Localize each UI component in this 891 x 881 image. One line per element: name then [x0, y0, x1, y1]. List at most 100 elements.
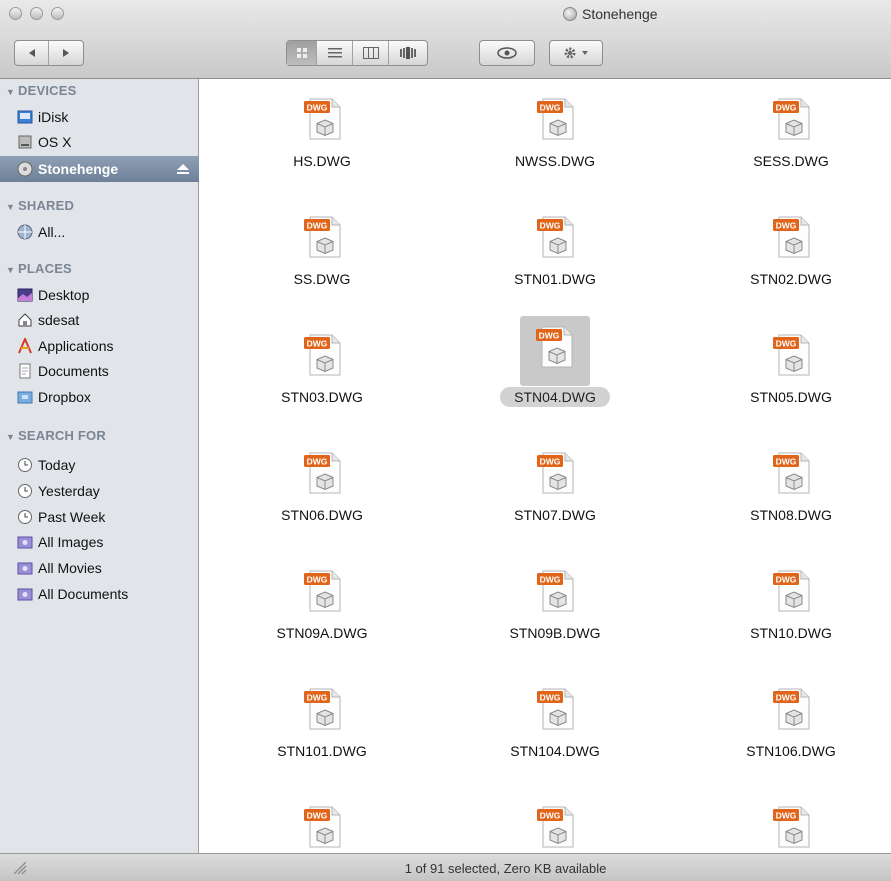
- file-item[interactable]: DWG STN09B.DWG: [475, 555, 635, 665]
- file-item[interactable]: DWG STN106.DWG: [711, 673, 871, 783]
- dwg-file-icon: DWG: [759, 209, 823, 267]
- view-mode-control: [286, 40, 428, 66]
- sidebar-item-stonehenge[interactable]: Stonehenge: [0, 156, 199, 182]
- sidebar-item-desktop[interactable]: Desktop: [0, 283, 199, 307]
- file-grid: DWG HS.DWG DWG NWSS.DWG DWG SESS.DWG DWG SS.DWG…: [199, 79, 891, 853]
- file-item[interactable]: DWG STN03.DWG: [242, 319, 402, 429]
- sidebar-item-label: Dropbox: [38, 389, 91, 405]
- dwg-badge: DWG: [776, 221, 797, 231]
- file-item[interactable]: DWG STN01.DWG: [475, 201, 635, 311]
- disk-icon: [17, 161, 33, 177]
- sidebar-item-idisk[interactable]: iDisk: [0, 105, 199, 129]
- sidebar-item-all-documents[interactable]: All Documents: [0, 582, 199, 606]
- close-window-button[interactable]: [9, 7, 22, 20]
- file-item[interactable]: DWG STN09A.DWG: [242, 555, 402, 665]
- sidebar-item-label: All Documents: [38, 586, 129, 602]
- file-item[interactable]: DWG HS.DWG: [242, 83, 402, 193]
- zoom-window-button[interactable]: [51, 7, 64, 20]
- file-item[interactable]: DWG STN101.DWG: [242, 673, 402, 783]
- file-item[interactable]: DWG STN08.DWG: [711, 437, 871, 547]
- file-name: STN02.DWG: [711, 271, 871, 287]
- sidebar-item-past-week[interactable]: Past Week: [0, 505, 199, 529]
- disk-icon: [563, 7, 577, 21]
- file-name: STN01.DWG: [475, 271, 635, 287]
- dwg-file-icon: DWG: [523, 681, 587, 739]
- icon-view-icon: [296, 48, 307, 58]
- file-name-label: STN06.DWG: [281, 507, 363, 523]
- file-name: STN104.DWG: [475, 743, 635, 759]
- disclosure-triangle-icon[interactable]: ▼: [6, 202, 15, 212]
- minimize-window-button[interactable]: [30, 7, 43, 20]
- file-name-label: STN101.DWG: [277, 743, 367, 759]
- column-view-button[interactable]: [353, 41, 389, 65]
- list-view-button[interactable]: [317, 41, 353, 65]
- sidebar-item-os-x[interactable]: OS X: [0, 130, 199, 154]
- file-item[interactable]: DWG STN05.DWG: [711, 319, 871, 429]
- file-item[interactable]: DWG STN06.DWG: [242, 437, 402, 547]
- sidebar-item-label: iDisk: [38, 109, 69, 125]
- file-item[interactable]: DWG STN10.DWG: [711, 555, 871, 665]
- file-item[interactable]: DWG SESS.DWG: [711, 83, 871, 193]
- sidebar-item-all-images[interactable]: All Images: [0, 530, 199, 554]
- clock-icon: [18, 484, 32, 498]
- smart-folder-icon: [17, 562, 33, 575]
- dwg-file-icon: DWG: [759, 91, 823, 149]
- dwg-badge: DWG: [540, 575, 561, 585]
- sidebar-item-label: Desktop: [38, 287, 90, 303]
- sidebar-item-label: Applications: [38, 338, 114, 354]
- dwg-badge: DWG: [776, 457, 797, 467]
- sidebar-item-dropbox[interactable]: Dropbox: [0, 385, 199, 409]
- dwg-badge: DWG: [307, 339, 328, 349]
- file-name-label: STN09A.DWG: [276, 625, 368, 641]
- dwg-file-icon: DWG: [290, 563, 354, 621]
- file-item[interactable]: DWG STN04.DWG: [475, 316, 635, 429]
- home-icon: [18, 313, 32, 327]
- sidebar-item-sdesat[interactable]: sdesat: [0, 308, 199, 332]
- hard-drive-icon: [18, 135, 32, 149]
- network-icon: [17, 224, 33, 240]
- file-name: STN03.DWG: [242, 389, 402, 405]
- dwg-badge: DWG: [539, 331, 560, 341]
- file-name-label: STN04.DWG: [500, 387, 610, 407]
- file-item[interactable]: DWG NWSS.DWG: [475, 83, 635, 193]
- file-item[interactable]: DWG STN104.DWG: [475, 673, 635, 783]
- dwg-file-icon: DWG: [520, 316, 590, 386]
- finder-window: Stonehenge ▼ DEVICES iDisk OS X Stonehen…: [0, 0, 891, 881]
- title-toolbar: Stonehenge: [0, 0, 891, 79]
- disclosure-triangle-icon[interactable]: ▼: [6, 265, 15, 275]
- icon-view-button[interactable]: [287, 41, 317, 65]
- documents-icon: [19, 363, 31, 379]
- disclosure-triangle-icon[interactable]: ▼: [6, 432, 15, 442]
- file-item[interactable]: DWG: [242, 791, 402, 853]
- sidebar-item-applications[interactable]: Applications: [0, 334, 199, 358]
- sidebar-item-all-shared[interactable]: All...: [0, 220, 199, 244]
- file-item[interactable]: DWG STN07.DWG: [475, 437, 635, 547]
- file-name: STN09B.DWG: [475, 625, 635, 641]
- file-item[interactable]: DWG SS.DWG: [242, 201, 402, 311]
- cover-flow-icon: [400, 47, 416, 59]
- dwg-file-icon: DWG: [290, 681, 354, 739]
- quick-look-button[interactable]: [479, 40, 535, 66]
- file-item[interactable]: DWG: [475, 791, 635, 853]
- sidebar-item-today[interactable]: Today: [0, 453, 199, 477]
- file-name-label: STN07.DWG: [514, 507, 596, 523]
- sidebar-item-all-movies[interactable]: All Movies: [0, 556, 199, 580]
- forward-button[interactable]: [49, 41, 83, 65]
- file-item[interactable]: DWG STN02.DWG: [711, 201, 871, 311]
- back-button[interactable]: [15, 41, 49, 65]
- dwg-badge: DWG: [307, 457, 328, 467]
- dwg-file-icon: DWG: [759, 563, 823, 621]
- file-name-label: STN02.DWG: [750, 271, 832, 287]
- file-name-label: STN10.DWG: [750, 625, 832, 641]
- eject-icon[interactable]: [177, 164, 189, 174]
- smart-folder-icon: [17, 588, 33, 601]
- file-item[interactable]: DWG: [711, 791, 871, 853]
- disclosure-triangle-icon[interactable]: ▼: [6, 87, 15, 97]
- sidebar-item-label: All...: [38, 224, 66, 240]
- cover-flow-button[interactable]: [389, 41, 427, 65]
- dwg-file-icon: DWG: [523, 209, 587, 267]
- sidebar-item-documents[interactable]: Documents: [0, 359, 199, 383]
- list-view-icon: [327, 48, 342, 58]
- action-menu-button[interactable]: [549, 40, 603, 66]
- sidebar-item-yesterday[interactable]: Yesterday: [0, 479, 199, 503]
